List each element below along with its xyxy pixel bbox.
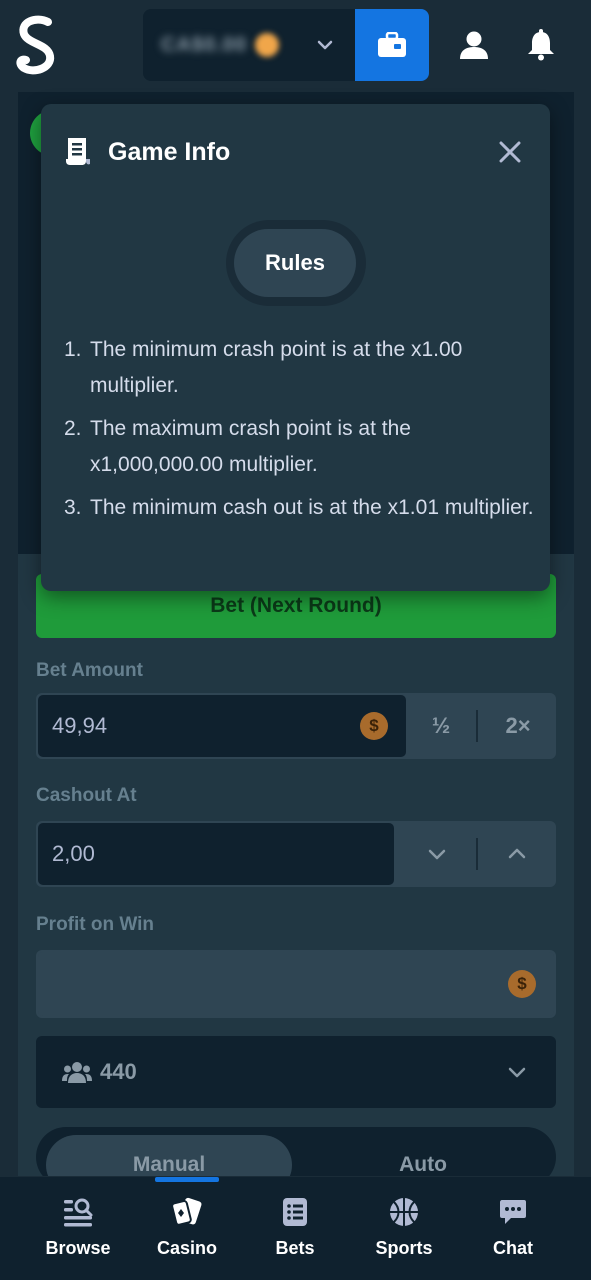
cashout-input[interactable]: 2,00 <box>38 823 394 885</box>
nav-sports[interactable]: Sports <box>359 1196 449 1259</box>
divider <box>476 710 478 742</box>
user-icon <box>460 31 488 59</box>
rule-number: 2. <box>64 417 82 440</box>
rule-number: 1. <box>64 338 82 361</box>
profit-field: $ <box>36 950 556 1018</box>
bell-icon <box>528 29 554 61</box>
cashout-label: Cashout At <box>36 785 137 806</box>
chevron-down-icon <box>428 849 446 860</box>
rule-item: 1. The minimum crash point is at the x1.0… <box>64 332 534 404</box>
dollar-coin-icon: $ <box>360 712 388 740</box>
nav-label: Sports <box>375 1238 433 1258</box>
nav-browse[interactable]: Browse <box>33 1196 123 1259</box>
notifications-button[interactable] <box>521 25 561 65</box>
balance-amount: CA$0.00 <box>161 33 247 56</box>
rule-item: 2. The maximum crash point is at the x1,0… <box>64 411 534 483</box>
chevron-up-icon <box>508 848 526 859</box>
close-icon[interactable] <box>494 136 526 168</box>
nav-label: Bets <box>275 1238 315 1258</box>
rule-text: The maximum crash point is at the x1,000… <box>90 417 411 476</box>
cashout-decrease-button[interactable] <box>398 821 476 887</box>
cashout-increase-button[interactable] <box>478 821 556 887</box>
browse-icon <box>64 1198 93 1227</box>
bet-amount-row: 49,94 $ ½ 2× <box>36 693 556 759</box>
users-icon <box>62 1062 92 1083</box>
top-header: CA$0.00 <box>0 0 591 90</box>
players-count: 440 <box>100 1059 137 1084</box>
chevron-down-icon <box>317 40 333 50</box>
balance-selector[interactable]: CA$0.00 <box>143 9 355 81</box>
active-tab-indicator <box>155 1177 219 1182</box>
wallet-icon <box>378 32 406 57</box>
players-dropdown[interactable]: 440 <box>36 1036 556 1108</box>
nav-bets[interactable]: Bets <box>250 1196 340 1259</box>
rules-list: 1. The minimum crash point is at the x1.0… <box>64 332 534 533</box>
user-button[interactable] <box>454 25 494 65</box>
currency-icon <box>254 33 279 57</box>
bet-amount-label: Bet Amount <box>36 660 143 681</box>
casino-icon <box>171 1197 202 1226</box>
profit-label: Profit on Win <box>36 914 155 935</box>
dollar-coin-icon: $ <box>508 970 536 998</box>
rule-text: The minimum cash out is at the x1.01 mul… <box>90 496 534 519</box>
cashout-row: 2,00 <box>36 821 556 887</box>
modal-title: Game Info <box>108 138 231 166</box>
nav-label: Chat <box>493 1238 533 1258</box>
chat-icon <box>500 1200 526 1224</box>
tab-rules[interactable]: Rules <box>234 229 356 297</box>
sports-icon <box>390 1198 418 1226</box>
nav-label: Browse <box>45 1238 111 1258</box>
document-icon <box>66 138 90 165</box>
rule-number: 3. <box>64 496 82 519</box>
nav-label: Casino <box>156 1238 217 1258</box>
chevron-down-icon <box>508 1067 526 1078</box>
bet-amount-input[interactable]: 49,94 <box>38 695 406 757</box>
bets-icon <box>283 1198 307 1226</box>
double-button[interactable]: 2× <box>480 693 556 759</box>
nav-casino[interactable]: Casino <box>142 1196 232 1259</box>
half-button[interactable]: ½ <box>406 693 476 759</box>
nav-chat[interactable]: Chat <box>468 1196 558 1259</box>
profit-value <box>38 952 554 1016</box>
wallet-button[interactable] <box>355 9 429 81</box>
rule-text: The minimum crash point is at the x1.00 … <box>90 338 463 397</box>
logo[interactable] <box>14 14 62 76</box>
rule-item: 3. The minimum cash out is at the x1.01 m… <box>64 490 534 526</box>
